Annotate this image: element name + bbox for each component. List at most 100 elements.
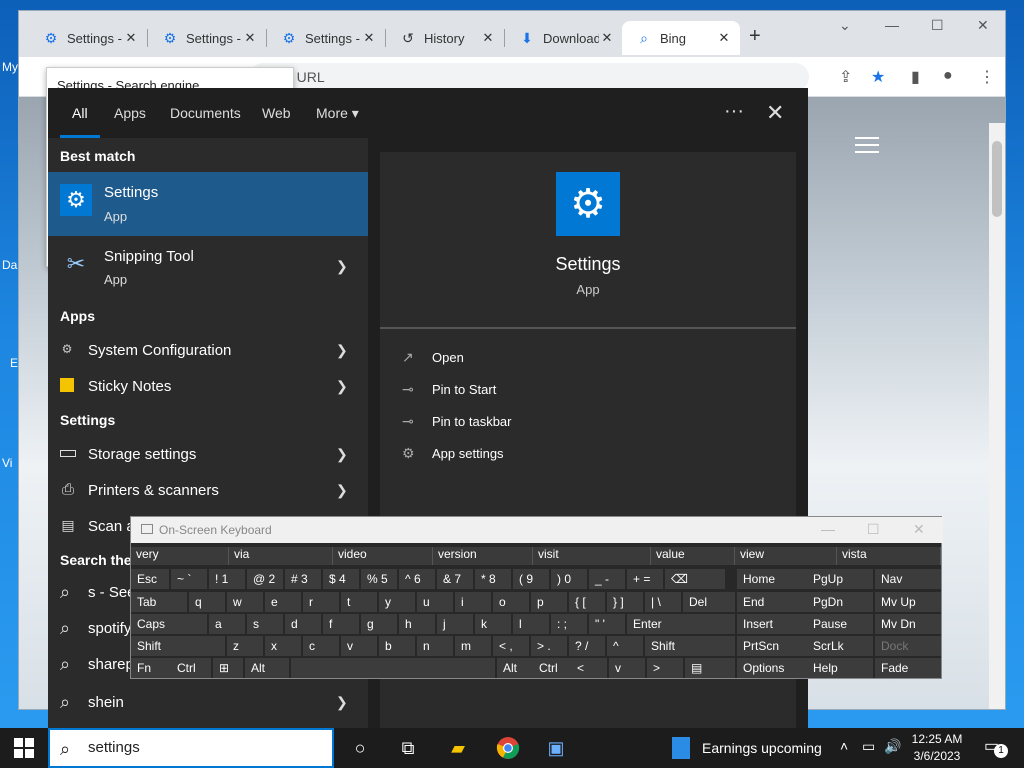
osk-key[interactable]: b <box>379 636 415 656</box>
osk-key[interactable]: w <box>227 592 263 612</box>
profile-icon[interactable]: ● <box>943 67 953 85</box>
close-search-button[interactable]: ✕ <box>766 100 784 126</box>
chevron-right-icon[interactable]: ❯ <box>336 446 348 463</box>
osk-key[interactable]: _ - <box>589 569 625 589</box>
osk-key[interactable]: Ctrl <box>171 658 211 678</box>
osk-key[interactable]: s <box>247 614 283 634</box>
osk-key[interactable]: PgDn <box>807 592 873 612</box>
browser-tab-settings-3[interactable]: ⚙ Settings - ✕ <box>267 21 385 55</box>
word-prediction[interactable]: visit <box>533 547 651 565</box>
osk-key[interactable]: ▤ <box>685 658 735 678</box>
new-tab-button[interactable]: + <box>749 25 761 48</box>
osk-key[interactable]: x <box>265 636 301 656</box>
browser-tab-settings-1[interactable]: ⚙ Settings - ✕ <box>29 21 147 55</box>
windows-start-button[interactable] <box>14 738 34 758</box>
word-prediction[interactable]: value <box>651 547 735 565</box>
remote-desktop-icon[interactable]: ▣ <box>534 728 578 768</box>
word-prediction[interactable]: vista <box>837 547 941 565</box>
osk-key[interactable]: d <box>285 614 321 634</box>
file-explorer-icon[interactable]: ▰ <box>436 728 480 768</box>
address-bar[interactable]: a URL <box>249 63 809 91</box>
osk-key[interactable]: Ctrl <box>533 658 571 678</box>
osk-key[interactable]: h <box>399 614 435 634</box>
osk-key[interactable]: a <box>209 614 245 634</box>
result-storage-settings[interactable]: Storage settings ❯ <box>48 436 368 472</box>
osk-key[interactable]: + = <box>627 569 663 589</box>
task-view-icon[interactable]: ⧉ <box>386 728 430 768</box>
desktop-icon-label[interactable]: Da <box>2 258 17 272</box>
osk-key[interactable]: t <box>341 592 377 612</box>
osk-key[interactable]: Mv Up <box>875 592 941 612</box>
osk-key[interactable]: ^ <box>607 636 643 656</box>
osk-key[interactable]: End <box>737 592 809 612</box>
action-pin-to-start[interactable]: ⊸ Pin to Start <box>402 381 496 398</box>
browser-tab-downloads[interactable]: ⬇ Download ✕ <box>505 21 623 55</box>
osk-key[interactable]: o <box>493 592 529 612</box>
osk-key[interactable]: | \ <box>645 592 681 612</box>
osk-key[interactable]: l <box>513 614 549 634</box>
osk-key[interactable]: * 8 <box>475 569 511 589</box>
osk-key[interactable]: " ' <box>589 614 625 634</box>
result-printers-scanners[interactable]: ⎙ Printers & scanners ❯ <box>48 472 368 508</box>
osk-key[interactable]: v <box>609 658 645 678</box>
chevron-right-icon[interactable]: ❯ <box>336 482 348 499</box>
osk-key[interactable]: ) 0 <box>551 569 587 589</box>
tab-web[interactable]: Web <box>262 105 291 121</box>
result-sticky-notes[interactable]: Sticky Notes ❯ <box>48 368 368 404</box>
osk-key[interactable]: Help <box>807 658 873 678</box>
tab-all[interactable]: All <box>72 105 88 121</box>
tab-apps[interactable]: Apps <box>114 105 146 121</box>
osk-key[interactable]: ? / <box>569 636 605 656</box>
osk-key[interactable]: i <box>455 592 491 612</box>
action-pin-to-taskbar[interactable]: ⊸ Pin to taskbar <box>402 413 512 430</box>
chevron-up-icon[interactable]: ˄ <box>840 738 848 754</box>
osk-key[interactable]: Esc <box>131 569 169 589</box>
osk-key[interactable]: Dock <box>875 636 941 656</box>
osk-key[interactable]: Alt <box>497 658 535 678</box>
chevron-right-icon[interactable]: ❯ <box>336 378 348 395</box>
osk-key[interactable]: > <box>647 658 683 678</box>
tab-search-icon[interactable]: ⌄ <box>839 17 851 34</box>
osk-key[interactable]: % 5 <box>361 569 397 589</box>
osk-key[interactable]: ScrLk <box>807 636 873 656</box>
desktop-icon-label[interactable]: Vi <box>2 456 12 470</box>
osk-key[interactable]: c <box>303 636 339 656</box>
taskbar-search-input[interactable] <box>88 739 328 756</box>
osk-key[interactable]: Shift <box>131 636 225 656</box>
osk-key[interactable]: @ 2 <box>247 569 283 589</box>
osk-close-button[interactable]: ✕ <box>913 521 925 538</box>
osk-key[interactable]: > . <box>531 636 567 656</box>
close-tab-icon[interactable]: ✕ <box>716 30 732 46</box>
osk-key[interactable]: { [ <box>569 592 605 612</box>
osk-key[interactable]: ⌫ <box>665 569 725 589</box>
osk-key[interactable]: < , <box>493 636 529 656</box>
maximize-button[interactable]: ☐ <box>931 17 944 34</box>
osk-key[interactable]: Alt <box>245 658 289 678</box>
osk-key[interactable]: e <box>265 592 301 612</box>
osk-key[interactable]: ! 1 <box>209 569 245 589</box>
volume-icon[interactable]: 🔊 <box>884 738 901 755</box>
close-tab-icon[interactable]: ✕ <box>480 30 496 46</box>
osk-key[interactable]: Caps <box>131 614 207 634</box>
chevron-right-icon[interactable]: ❯ <box>336 694 348 711</box>
osk-key[interactable]: m <box>455 636 491 656</box>
share-icon[interactable]: ⇪ <box>839 67 852 87</box>
osk-key[interactable]: j <box>437 614 473 634</box>
osk-maximize-button[interactable]: ☐ <box>867 521 880 538</box>
osk-key[interactable]: < <box>571 658 607 678</box>
page-scrollbar[interactable] <box>989 123 1005 709</box>
osk-key[interactable]: ( 9 <box>513 569 549 589</box>
osk-key[interactable]: Del <box>683 592 735 612</box>
word-prediction[interactable]: video <box>333 547 433 565</box>
word-prediction[interactable]: very <box>131 547 229 565</box>
osk-key[interactable]: Insert <box>737 614 809 634</box>
osk-key[interactable]: ~ ` <box>171 569 207 589</box>
result-snipping-tool[interactable]: ✂ Snipping Tool App ❯ <box>48 236 368 300</box>
osk-key[interactable]: z <box>227 636 263 656</box>
menu-dots-icon[interactable]: ⋮ <box>979 67 995 87</box>
minimize-button[interactable]: — <box>885 17 899 33</box>
chevron-right-icon[interactable]: ❯ <box>336 342 348 359</box>
browser-tab-settings-2[interactable]: ⚙ Settings - ✕ <box>148 21 266 55</box>
osk-key[interactable]: Tab <box>131 592 187 612</box>
osk-key[interactable]: k <box>475 614 511 634</box>
